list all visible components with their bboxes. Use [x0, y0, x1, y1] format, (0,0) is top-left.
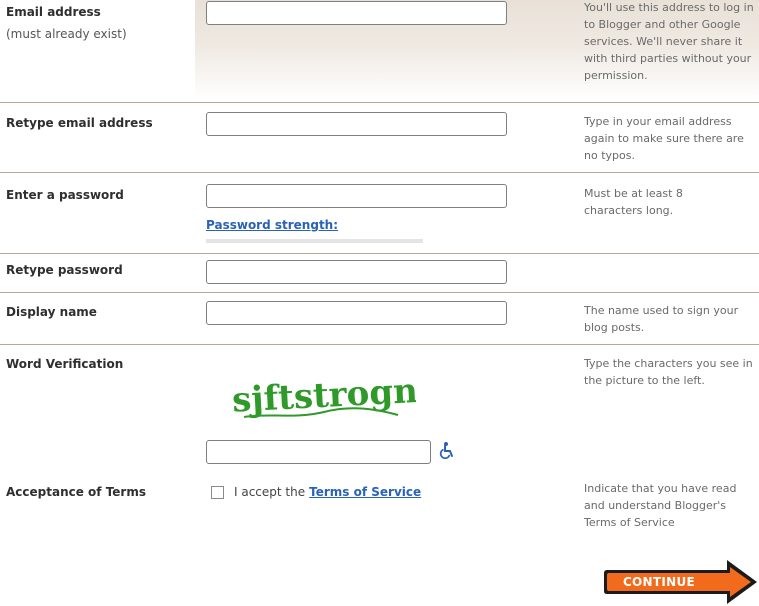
retype-email-label: Retype email address	[6, 116, 153, 130]
captcha-image: sjftstrogn	[231, 371, 416, 421]
password-field[interactable]	[206, 184, 507, 208]
word-verification-label: Word Verification	[6, 357, 124, 371]
terms-checkbox-text: I accept the	[234, 485, 306, 499]
row-divider	[0, 102, 759, 103]
password-label: Enter a password	[6, 188, 124, 202]
terms-acceptance: I accept the Terms of Service	[211, 485, 421, 499]
password-hint: Must be at least 8 characters long.	[584, 187, 683, 217]
row-divider	[0, 172, 759, 173]
password-strength-label[interactable]: Password strength:	[206, 218, 338, 232]
display-name-field[interactable]	[206, 301, 507, 325]
retype-email-field[interactable]	[206, 112, 507, 136]
terms-label: Acceptance of Terms	[6, 485, 146, 499]
terms-of-service-link[interactable]: Terms of Service	[309, 485, 421, 499]
terms-checkbox[interactable]	[211, 485, 224, 499]
continue-button[interactable]: CONTINUE	[603, 558, 759, 606]
retype-email-hint: Type in your email address again to make…	[584, 115, 744, 162]
password-strength-meter	[206, 239, 423, 243]
signup-form: Email address (must already exist) You'l…	[0, 0, 759, 606]
row-divider	[0, 253, 759, 254]
continue-label: CONTINUE	[622, 575, 696, 589]
retype-password-field[interactable]	[206, 260, 507, 284]
retype-password-label: Retype password	[6, 263, 123, 277]
email-sublabel: (must already exist)	[6, 27, 127, 41]
email-hint: You'll use this address to log in to Blo…	[584, 1, 754, 82]
display-name-hint: The name used to sign your blog posts.	[584, 304, 739, 334]
terms-hint: Indicate that you have read and understa…	[584, 482, 737, 529]
email-field[interactable]	[206, 1, 507, 25]
word-verification-hint: Type the characters you see in the pictu…	[584, 357, 753, 387]
wheelchair-icon[interactable]	[438, 441, 456, 459]
email-label: Email address	[6, 5, 101, 19]
row-divider	[0, 344, 759, 345]
row-divider	[0, 292, 759, 293]
captcha-field[interactable]	[206, 440, 431, 464]
display-name-label: Display name	[6, 305, 97, 319]
